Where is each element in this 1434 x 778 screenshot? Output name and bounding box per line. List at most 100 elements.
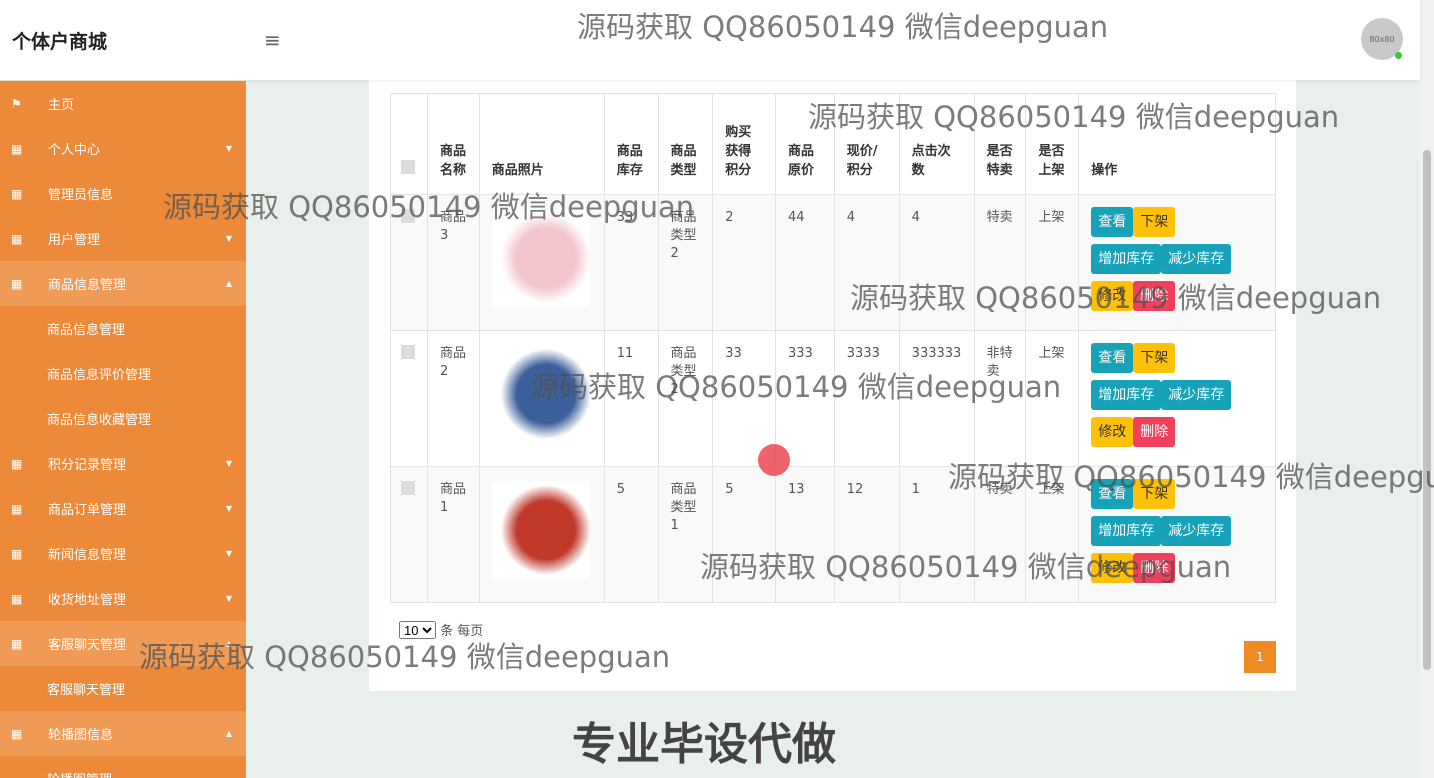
sidebar-item[interactable]: ▦ 管理员信息	[0, 171, 246, 216]
view-button[interactable]: 查看	[1091, 207, 1134, 237]
cell-price: 3333	[833, 330, 900, 467]
edit-button[interactable]: 修改	[1091, 553, 1134, 583]
cell-points: 5	[712, 466, 776, 603]
sidebar-item-label: 收货地址管理	[48, 593, 127, 608]
sidebar-item[interactable]: ▦ 客服聊天管理 ▲	[0, 621, 246, 666]
sidebar-item[interactable]: 客服聊天管理	[0, 666, 246, 711]
add-stock-button[interactable]: 增加库存	[1091, 244, 1162, 274]
per-page-label: 条 每页	[440, 624, 484, 639]
sidebar-item[interactable]: ▦ 个人中心 ▼	[0, 126, 246, 171]
view-button[interactable]: 查看	[1091, 343, 1134, 373]
sidebar-item[interactable]: ⚑ 主页	[0, 81, 246, 126]
edit-button[interactable]: 修改	[1091, 417, 1134, 447]
sidebar-item-label: 商品信息管理	[48, 278, 127, 293]
row-select-cell	[390, 330, 428, 467]
cell-name: 商品2	[427, 330, 480, 467]
caret-down-icon: ▼	[225, 504, 232, 513]
column-header: 商品类型	[657, 93, 714, 195]
offshelf-button[interactable]: 下架	[1133, 343, 1176, 373]
delete-button[interactable]: 删除	[1133, 553, 1176, 583]
sidebar-item-label: 商品信息收藏管理	[47, 413, 152, 428]
row-checkbox[interactable]	[401, 345, 415, 359]
sidebar-item[interactable]: ▦ 收货地址管理 ▼	[0, 576, 246, 621]
cell-onsale: 上架	[1025, 330, 1080, 467]
grid-icon: ▦	[11, 636, 23, 651]
column-header: 商品库存	[603, 93, 659, 195]
edit-button[interactable]: 修改	[1091, 281, 1134, 311]
reduce-stock-button[interactable]: 减少库存	[1161, 244, 1232, 274]
grid-icon: ▦	[11, 231, 23, 246]
product-photo	[491, 209, 590, 307]
sidebar-item[interactable]: ▦ 用户管理 ▼	[0, 216, 246, 261]
avatar[interactable]: 80x80	[1361, 18, 1403, 60]
caret-down-icon: ▼	[225, 594, 232, 603]
avatar-text: 80x80	[1369, 34, 1395, 44]
row-checkbox[interactable]	[401, 209, 415, 223]
sidebar-item[interactable]: 商品信息管理	[0, 306, 246, 351]
grid-icon: ▦	[11, 456, 23, 471]
photo-cell	[478, 194, 605, 331]
scrollbar-thumb[interactable]	[1423, 150, 1431, 670]
table-row: 商品1 5 商品类型1 5 13 12 1 特卖 上架 查看 下架 增加库存 减少库存 修改 删除	[390, 466, 1276, 603]
caret-down-icon: ▼	[225, 459, 232, 468]
grid-icon: ▦	[11, 501, 23, 516]
sidebar-item[interactable]: ▦ 轮播图信息 ▲	[0, 711, 246, 756]
sidebar-item-label: 主页	[48, 98, 75, 113]
cell-onsale: 上架	[1025, 466, 1080, 603]
delete-button[interactable]: 删除	[1133, 281, 1176, 311]
cell-stock: 11	[603, 330, 659, 467]
cell-orig: 44	[774, 194, 835, 331]
brand-title: 个体户商城	[12, 31, 108, 53]
cell-type: 商品类型2	[657, 330, 714, 467]
cell-clicks: 4	[898, 194, 975, 331]
grid-icon: ▦	[11, 276, 23, 291]
cell-clicks: 333333	[898, 330, 975, 467]
sidebar-item-label: 个人中心	[48, 143, 101, 158]
sidebar-item[interactable]: ▦ 商品订单管理 ▼	[0, 486, 246, 531]
hamburger-menu-icon[interactable]: ≡	[264, 28, 281, 52]
select-all-checkbox[interactable]	[401, 160, 415, 174]
column-header: 点击次数	[898, 93, 975, 195]
table-row: 商品2 11 商品类型2 33 333 3333 333333 非特卖 上架 查看 下架 增加库存 减少…	[390, 330, 1276, 467]
page-button-1[interactable]: 1	[1244, 641, 1276, 673]
sidebar-item-label: 轮播图信息	[48, 728, 114, 743]
sidebar-item[interactable]: ▦ 积分记录管理 ▼	[0, 441, 246, 486]
offshelf-button[interactable]: 下架	[1133, 479, 1176, 509]
column-header: 商品原价	[774, 93, 835, 195]
cell-stock: 5	[603, 466, 659, 603]
sidebar-item-label: 商品订单管理	[48, 503, 127, 518]
sidebar-item-label: 商品信息管理	[47, 323, 126, 338]
page-size-control: 10 条 每页	[399, 620, 483, 639]
delete-button[interactable]: 删除	[1133, 417, 1176, 447]
cell-special: 特卖	[973, 194, 1027, 331]
grid-icon: ▦	[11, 186, 23, 201]
caret-up-icon: ▲	[225, 639, 232, 648]
sidebar-item[interactable]: 商品信息评价管理	[0, 351, 246, 396]
photo-cell	[478, 330, 605, 467]
online-status-dot	[1395, 52, 1402, 59]
cell-name: 商品3	[427, 194, 480, 331]
sidebar-item[interactable]: ▦ 新闻信息管理 ▼	[0, 531, 246, 576]
sidebar-item-label: 轮播图管理	[47, 769, 112, 778]
photo-cell	[478, 466, 605, 603]
sidebar-item[interactable]: 商品信息收藏管理	[0, 396, 246, 441]
view-button[interactable]: 查看	[1091, 479, 1134, 509]
sidebar-item-label: 客服聊天管理	[47, 683, 126, 698]
caret-down-icon: ▼	[225, 234, 232, 243]
add-stock-button[interactable]: 增加库存	[1091, 516, 1162, 546]
reduce-stock-button[interactable]: 减少库存	[1161, 380, 1232, 410]
promo-banner: 专业毕设代做	[572, 719, 836, 770]
add-stock-button[interactable]: 增加库存	[1091, 380, 1162, 410]
page-size-select[interactable]: 10	[399, 621, 436, 639]
sidebar-item[interactable]: ▦ 商品信息管理 ▲	[0, 261, 246, 306]
sidebar-item[interactable]: 轮播图管理	[0, 756, 246, 778]
scrollbar[interactable]	[1420, 0, 1434, 778]
reduce-stock-button[interactable]: 减少库存	[1161, 516, 1232, 546]
offshelf-button[interactable]: 下架	[1133, 207, 1176, 237]
caret-down-icon: ▼	[225, 144, 232, 153]
column-header: 商品照片	[478, 93, 605, 195]
row-checkbox[interactable]	[401, 481, 415, 495]
table-row: 商品3 33 商品类型2 2 44 4 4 特卖 上架 查看 下架 增加库存 减少库存 修改 删除	[390, 194, 1276, 331]
cell-special: 特卖	[973, 466, 1027, 603]
sidebar-item-label: 商品信息评价管理	[47, 368, 152, 383]
